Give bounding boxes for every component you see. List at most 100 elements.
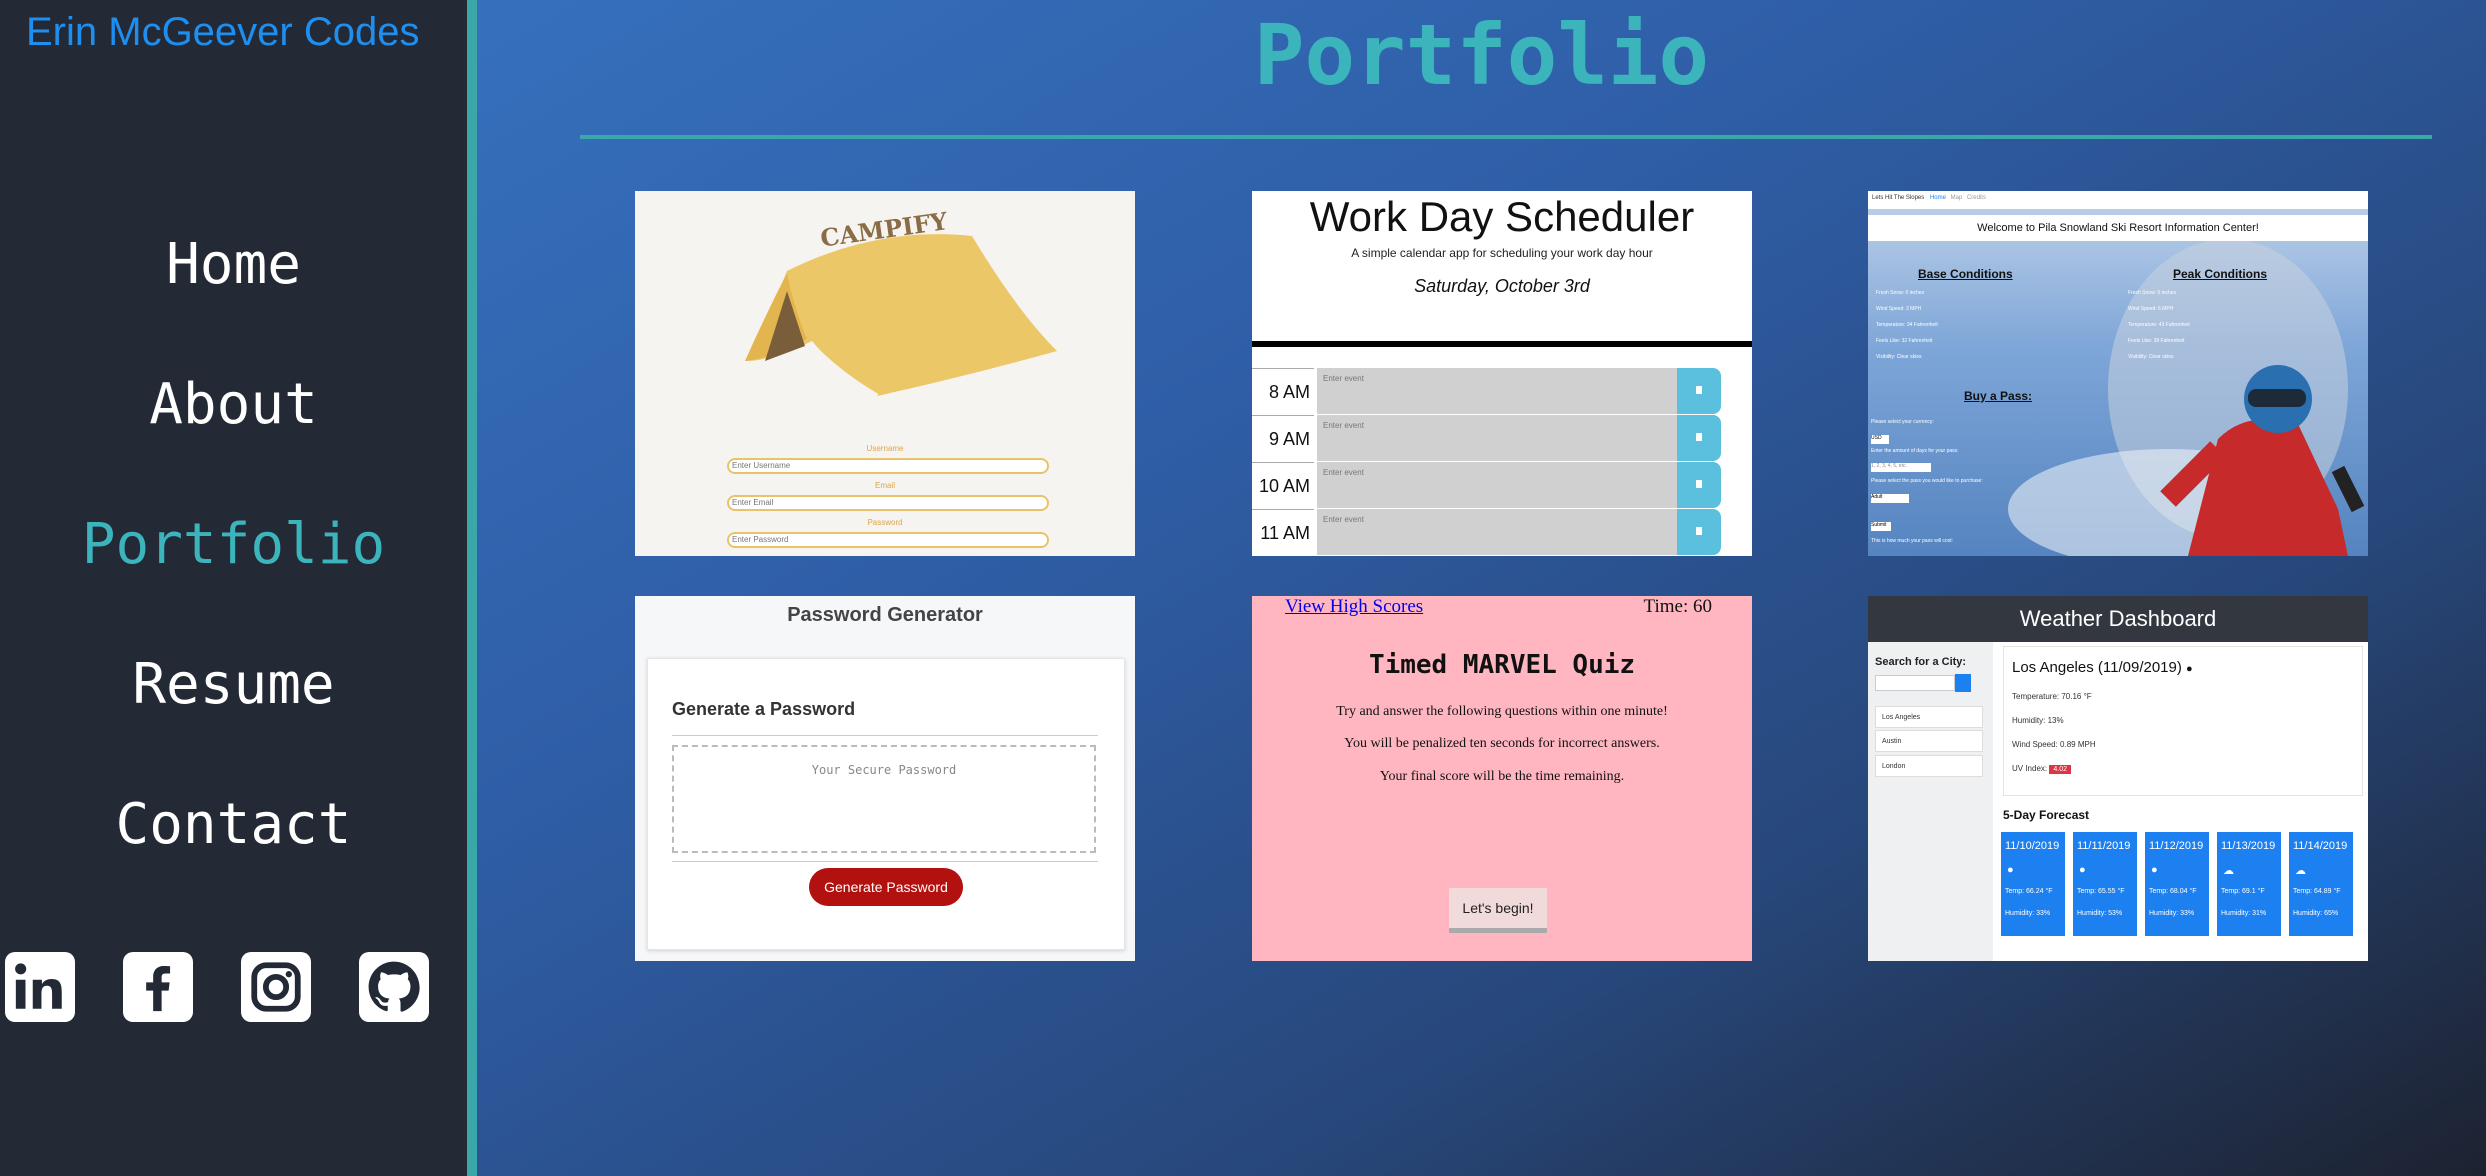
quiz-timer: Time: 60 [1643, 596, 1712, 617]
save-button[interactable] [1677, 368, 1721, 414]
password-panel-heading: Generate a Password [672, 699, 856, 719]
project-card-password-generator[interactable]: Password Generator Generate a Password Y… [635, 596, 1135, 961]
time-block-row: 8 AM Enter event [1252, 368, 1752, 414]
forecast-date: 11/14/2019 [2293, 840, 2348, 852]
peak-condition-item: Temperature: 43 Fahrenheit [2128, 322, 2190, 328]
peak-condition-item: Wind Speed: 6 MPH [2128, 306, 2174, 312]
email-field[interactable]: Enter Email [727, 495, 1049, 511]
base-condition-item: Wind Speed: 3 MPH [1876, 306, 1922, 312]
save-button[interactable] [1677, 415, 1721, 461]
weather-icon: ☁ [2295, 865, 2306, 877]
forecast-humidity: Humidity: 65% [2293, 910, 2339, 917]
hour-label: 10 AM [1252, 462, 1314, 508]
hour-label: 9 AM [1252, 415, 1314, 461]
save-button[interactable] [1677, 509, 1721, 555]
username-field[interactable]: Enter Username [727, 458, 1049, 474]
quiz-instruction: You will be penalized ten seconds for in… [1344, 736, 1660, 751]
username-label: Username [866, 444, 904, 453]
sidebar-divider [467, 0, 477, 1176]
forecast-humidity: Humidity: 33% [2149, 910, 2195, 917]
pass-form-label: Please select the pass you would like to… [1871, 478, 1983, 484]
ski-nav-link[interactable]: Credits [1967, 195, 1986, 201]
days-input[interactable]: 1, 2, 3, 4, 5, etc. [1871, 463, 1931, 472]
city-history-item[interactable]: Los Angeles [1875, 706, 1983, 728]
nav-home[interactable]: Home [0, 220, 467, 360]
weather-sidebar: Search for a City: Los Angeles Austin Lo… [1868, 642, 1993, 961]
city-history-item[interactable]: Austin [1875, 730, 1983, 752]
hour-label: 8 AM [1252, 368, 1314, 414]
brand-logo[interactable]: Erin McGeever Codes [26, 10, 419, 55]
city-search-input[interactable] [1875, 675, 1955, 691]
forecast-temp: Temp: 68.04 °F [2149, 888, 2197, 895]
forecast-temp: Temp: 65.55 °F [2077, 888, 2125, 895]
save-button[interactable] [1677, 462, 1721, 508]
current-city: Los Angeles (11/09/2019) ● [2012, 659, 2193, 676]
weather-icon: ● [2151, 864, 2158, 876]
generate-password-button[interactable]: Generate Password [809, 868, 963, 906]
forecast-card: 11/10/2019 ● Temp: 66.24 °F Humidity: 33… [2001, 832, 2065, 936]
github-icon[interactable] [359, 952, 429, 1022]
event-input[interactable]: Enter event [1317, 368, 1677, 414]
forecast-card: 11/14/2019 ☁ Temp: 64.89 °F Humidity: 65… [2289, 832, 2353, 936]
forecast-date: 11/11/2019 [2077, 840, 2131, 852]
peak-condition-item: Fresh Snow: 0 inches [2128, 290, 2177, 296]
current-wind: Wind Speed: 0.89 MPH [2012, 740, 2096, 749]
ski-nav-link[interactable]: Home [1930, 195, 1946, 201]
project-card-ski-resort[interactable]: Lets Hit The Slopes Home Map Credits Wel… [1868, 191, 2368, 556]
scheduler-divider [1252, 341, 1752, 347]
event-input[interactable]: Enter event [1317, 462, 1677, 508]
forecast-card: 11/13/2019 ☁ Temp: 69.1 °F Humidity: 31% [2217, 832, 2281, 936]
password-field[interactable]: Enter Password [727, 532, 1049, 548]
project-card-marvel-quiz[interactable]: View High Scores Time: 60 Timed MARVEL Q… [1252, 596, 1752, 961]
forecast-temp: Temp: 66.24 °F [2005, 888, 2053, 895]
city-history-item[interactable]: London [1875, 755, 1983, 777]
current-uv: UV Index: 4.02 [2012, 764, 2071, 774]
forecast-temp: Temp: 64.89 °F [2293, 888, 2341, 895]
ski-nav-link[interactable]: Map [1951, 195, 1963, 201]
weather-icon: ● [2079, 864, 2086, 876]
main-content: Portfolio CAMPIFY Username Enter Usernam… [477, 0, 2486, 1176]
view-high-scores-link[interactable]: View High Scores [1285, 596, 1423, 618]
time-block-row: 10 AM Enter event [1252, 462, 1752, 508]
city-search-label: Search for a City: [1875, 656, 1967, 668]
facebook-icon[interactable] [123, 952, 193, 1022]
forecast-card: 11/11/2019 ● Temp: 65.55 °F Humidity: 53… [2073, 832, 2137, 936]
pass-type-select[interactable]: Adult [1871, 494, 1909, 503]
search-icon[interactable] [1955, 674, 1971, 692]
project-card-scheduler[interactable]: Work Day Scheduler A simple calendar app… [1252, 191, 1752, 556]
instagram-icon[interactable] [241, 952, 311, 1022]
base-condition-item: Visibility: Clear skies [1876, 354, 1922, 360]
scheduler-title: Work Day Scheduler [1309, 193, 1695, 240]
event-input[interactable]: Enter event [1317, 415, 1677, 461]
event-input[interactable]: Enter event [1317, 509, 1677, 555]
current-humidity: Humidity: 13% [2012, 716, 2064, 725]
forecast-title: 5-Day Forecast [2003, 808, 2090, 822]
email-label: Email [874, 481, 895, 490]
currency-select[interactable]: USD [1871, 435, 1889, 444]
project-card-campify[interactable]: CAMPIFY Username Enter Username Email En… [635, 191, 1135, 556]
base-conditions-heading: Base Conditions [1918, 267, 2013, 281]
forecast-humidity: Humidity: 33% [2005, 910, 2051, 917]
main-nav: Home About Portfolio Resume Contact [0, 220, 467, 920]
base-condition-item: Fresh Snow: 0 inches [1876, 290, 1925, 296]
password-output[interactable]: Your Secure Password [672, 745, 1096, 853]
nav-about[interactable]: About [0, 360, 467, 500]
quiz-instruction: Try and answer the following questions w… [1336, 704, 1668, 719]
scheduler-subtitle: A simple calendar app for scheduling you… [1351, 246, 1653, 260]
nav-resume[interactable]: Resume [0, 640, 467, 780]
ski-banner: Welcome to Pila Snowland Ski Resort Info… [1868, 215, 2368, 241]
start-quiz-button[interactable]: Let's begin! [1449, 888, 1547, 933]
submit-button[interactable]: Submit [1871, 522, 1891, 531]
title-divider [580, 135, 2432, 139]
project-card-weather-dashboard[interactable]: Weather Dashboard Search for a City: Los… [1868, 596, 2368, 961]
password-label: Password [867, 518, 903, 527]
nav-contact[interactable]: Contact [0, 780, 467, 920]
sidebar: Erin McGeever Codes Home About Portfolio… [0, 0, 467, 1176]
ski-navbar: Lets Hit The Slopes Home Map Credits [1868, 191, 2368, 209]
scheduler-date: Saturday, October 3rd [1414, 276, 1590, 296]
nav-portfolio[interactable]: Portfolio [0, 500, 467, 640]
weather-icon: ● [2007, 864, 2014, 876]
linkedin-icon[interactable] [5, 952, 75, 1022]
forecast-date: 11/12/2019 [2149, 840, 2204, 852]
forecast-date: 11/10/2019 [2005, 840, 2060, 852]
